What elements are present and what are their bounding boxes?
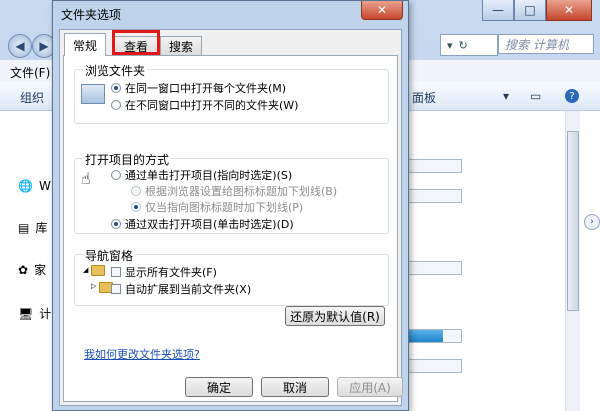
dialog-close-button[interactable]: ✕: [361, 1, 403, 20]
browse-folders-legend: 浏览文件夹: [83, 62, 148, 79]
dialog-title: 文件夹选项: [61, 8, 122, 22]
nav-item-network[interactable]: 🌐 W: [18, 179, 51, 193]
maximize-button[interactable]: □: [514, 0, 546, 21]
nav-item-homegroup[interactable]: ✿ 家: [18, 261, 46, 278]
radio-button: [131, 186, 141, 196]
cancel-button[interactable]: 取消: [261, 377, 329, 397]
refresh-icon[interactable]: ↻: [459, 39, 468, 52]
radio-new-window[interactable]: 在不同窗口中打开不同的文件夹(W): [111, 97, 298, 113]
scroll-thumb[interactable]: [567, 131, 579, 311]
expand-arrow-icon[interactable]: ›: [584, 214, 600, 230]
nav-item-computer[interactable]: 🖥 计: [18, 305, 51, 322]
dropdown-arrow-icon: ▾: [447, 38, 453, 52]
folder-options-dialog: 文件夹选项 ✕ 常规 查看 搜索 浏览文件夹 在同一窗口中打开每个文件夹(M) …: [52, 0, 409, 411]
checkbox-show-all-folders[interactable]: 显示所有文件夹(F): [111, 264, 217, 280]
navigation-pane-group: 导航窗格 ◢ 显示所有文件夹(F) ▷ 自动扩展到当前文件夹(X): [74, 247, 389, 306]
view-dropdown-icon[interactable]: ▾: [503, 89, 509, 103]
close-button[interactable]: ✕: [546, 0, 592, 21]
browse-folders-group: 浏览文件夹 在同一窗口中打开每个文件夹(M) 在不同窗口中打开不同的文件夹(W): [74, 62, 389, 124]
radio-underline-point: 仅当指向图标标题时加下划线(P): [131, 199, 303, 215]
checkbox[interactable]: [111, 267, 121, 277]
ok-button[interactable]: 确定: [185, 377, 253, 397]
nav-item-libraries[interactable]: ▤ 库: [18, 219, 47, 236]
tab-panel-general: 浏览文件夹 在同一窗口中打开每个文件夹(M) 在不同窗口中打开不同的文件夹(W)…: [63, 55, 398, 402]
radio-underline-browser: 根据浏览器设置给图标标题加下划线(B): [131, 183, 337, 199]
cursor-click-icon: ☝: [81, 169, 91, 188]
apply-button[interactable]: 应用(A): [337, 377, 403, 397]
radio-button: [131, 202, 141, 212]
tab-general[interactable]: 常规: [64, 33, 106, 56]
drive-bar: [408, 189, 462, 203]
radio-button[interactable]: [111, 170, 121, 180]
radio-same-window[interactable]: 在同一窗口中打开每个文件夹(M): [111, 80, 286, 96]
radio-single-click[interactable]: 通过单击打开项目(指向时选定)(S): [111, 167, 292, 183]
forward-arrow-icon: ▶: [39, 39, 49, 53]
dialog-body: 常规 查看 搜索 浏览文件夹 在同一窗口中打开每个文件夹(M) 在不同窗口中打开…: [59, 29, 402, 406]
search-input[interactable]: 搜索 计算机: [498, 34, 594, 54]
globe-icon: 🌐: [18, 179, 33, 193]
drive-bar: [408, 261, 462, 275]
vertical-scrollbar[interactable]: [565, 111, 580, 411]
tab-search[interactable]: 搜索: [160, 36, 202, 55]
homegroup-icon: ✿: [18, 262, 29, 277]
drive-bar: [408, 359, 462, 373]
panel-button[interactable]: 面板: [412, 89, 436, 106]
back-arrow-icon: ◀: [15, 39, 25, 53]
radio-double-click[interactable]: 通过双击打开项目(单击时选定)(D): [111, 216, 294, 232]
help-icon[interactable]: ?: [565, 89, 579, 103]
minimize-button[interactable]: —: [482, 0, 514, 21]
drive-bar: [408, 329, 462, 343]
checkbox-auto-expand[interactable]: 自动扩展到当前文件夹(X): [111, 281, 251, 297]
back-button[interactable]: ◀: [8, 34, 32, 58]
library-icon: ▤: [18, 220, 30, 235]
click-items-group: 打开项目的方式 ☝ 通过单击打开项目(指向时选定)(S) 根据浏览器设置给图标标…: [74, 151, 389, 234]
preview-pane-icon[interactable]: ▭: [530, 89, 541, 103]
radio-button[interactable]: [111, 100, 121, 110]
navigation-pane-legend: 导航窗格: [83, 247, 136, 264]
tab-view-highlight: [112, 30, 160, 55]
computer-icon: 🖥: [18, 306, 34, 321]
drive-bar: [408, 159, 462, 173]
menu-file[interactable]: 文件(F): [10, 64, 50, 81]
organize-button[interactable]: 组织: [20, 89, 44, 106]
restore-defaults-button[interactable]: 还原为默认值(R): [285, 306, 385, 326]
tree-arrow-icon: ▷: [91, 282, 97, 290]
radio-button[interactable]: [111, 83, 121, 93]
help-link[interactable]: 我如何更改文件夹选项?: [84, 346, 200, 362]
folder-icon: [91, 265, 105, 276]
window-controls: — □ ✕: [482, 0, 592, 21]
click-items-legend: 打开项目的方式: [83, 151, 172, 168]
tree-arrow-icon: ◢: [83, 266, 89, 274]
address-bar-end[interactable]: ▾ ↻: [440, 34, 498, 56]
checkbox[interactable]: [111, 284, 121, 294]
radio-button[interactable]: [111, 219, 121, 229]
window-icon: [81, 84, 105, 104]
